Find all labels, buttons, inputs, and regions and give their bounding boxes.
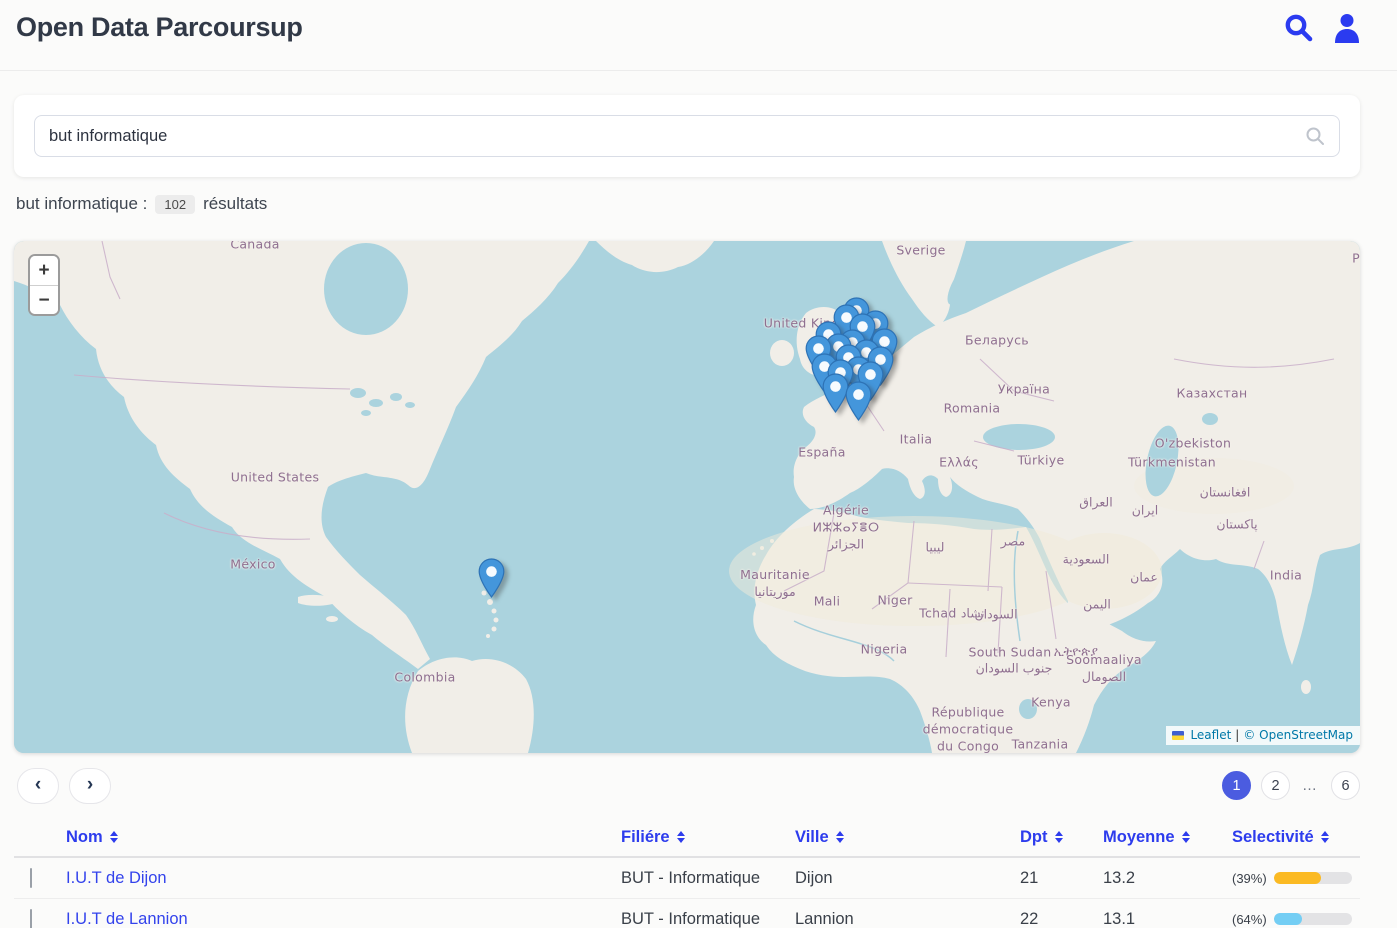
sort-icon: [677, 831, 685, 843]
sort-icon: [1182, 831, 1190, 843]
map-marker[interactable]: [845, 381, 872, 421]
user-icon[interactable]: [1332, 12, 1362, 43]
establishment-link[interactable]: I.U.T de Lannion: [66, 910, 188, 928]
attribution-separator: |: [1235, 728, 1239, 742]
cell-selectivite: (39%): [1232, 871, 1360, 886]
row-checkbox[interactable]: [30, 868, 32, 888]
results-count-badge: 102: [155, 195, 195, 214]
sort-icon: [836, 831, 844, 843]
header-divider: [0, 70, 1397, 71]
prev-page-button[interactable]: ‹: [17, 768, 59, 804]
next-page-button[interactable]: ›: [69, 768, 111, 804]
leaflet-link[interactable]: Leaflet: [1190, 728, 1231, 742]
row-checkbox[interactable]: [30, 909, 32, 928]
sort-icon: [1321, 831, 1329, 843]
sort-icon: [110, 831, 118, 843]
results-suffix: résultats: [203, 194, 267, 214]
selectivity-bar: [1274, 913, 1352, 925]
cell-dpt: 22: [1020, 910, 1103, 928]
map-tiles: [14, 241, 1360, 753]
selectivity-bar-fill: [1274, 913, 1302, 925]
table-row: I.U.T de Lannion BUT - Informatique Lann…: [14, 899, 1360, 928]
column-header-moyenne[interactable]: Moyenne: [1103, 828, 1232, 847]
ukraine-flag-icon: [1172, 731, 1184, 740]
column-header-ville[interactable]: Ville: [795, 828, 1020, 847]
leaflet-map[interactable]: CanadaUnited StatesMéxicoColombiaUnited …: [14, 241, 1360, 753]
cell-ville: Dijon: [795, 869, 1020, 888]
sort-icon: [1055, 831, 1063, 843]
search-card: [14, 95, 1360, 177]
selectivity-bar-fill: [1274, 872, 1322, 884]
column-header-nom[interactable]: Nom: [66, 828, 621, 847]
map-marker[interactable]: [478, 558, 505, 598]
page-button-6[interactable]: 6: [1331, 771, 1360, 800]
page-ellipsis: …: [1300, 777, 1321, 794]
column-header-selectivite[interactable]: Selectivité: [1232, 828, 1360, 847]
openstreetmap-link[interactable]: © OpenStreetMap: [1243, 728, 1353, 742]
zoom-in-button[interactable]: +: [30, 256, 58, 285]
pager-pages: 1 2 … 6: [1222, 771, 1360, 800]
results-query: but informatique :: [16, 194, 147, 214]
cell-ville: Lannion: [795, 910, 1020, 928]
map-attribution: Leaflet | © OpenStreetMap: [1166, 726, 1360, 745]
cell-filiere: BUT - Informatique: [621, 910, 795, 928]
search-input[interactable]: [35, 127, 1305, 146]
column-header-filiere[interactable]: Filiére: [621, 828, 795, 847]
search-icon[interactable]: [1283, 12, 1314, 43]
cell-dpt: 21: [1020, 869, 1103, 888]
establishment-link[interactable]: I.U.T de Dijon: [66, 869, 167, 887]
page-button-2[interactable]: 2: [1261, 771, 1290, 800]
input-search-icon[interactable]: [1305, 126, 1325, 146]
search-box: [34, 115, 1340, 157]
header-icons: [1283, 12, 1362, 43]
results-table: Nom Filiére Ville Dpt Moyenne Selectivit…: [14, 818, 1360, 928]
page-title: Open Data Parcoursup: [16, 12, 303, 43]
table-header-row: Nom Filiére Ville Dpt Moyenne Selectivit…: [14, 818, 1360, 858]
pager-arrows: ‹ ›: [17, 768, 111, 804]
cell-selectivite: (64%): [1232, 912, 1360, 927]
open-data-parcoursup-app: Open Data Parcoursup but informatique : …: [0, 0, 1397, 928]
zoom-out-button[interactable]: −: [30, 285, 58, 314]
cell-moyenne: 13.2: [1103, 869, 1232, 888]
table-row: I.U.T de Dijon BUT - Informatique Dijon …: [14, 858, 1360, 899]
results-summary: but informatique : 102 résultats: [16, 194, 267, 214]
cell-filiere: BUT - Informatique: [621, 869, 795, 888]
page-button-1[interactable]: 1: [1222, 771, 1251, 800]
column-header-dpt[interactable]: Dpt: [1020, 828, 1103, 847]
table-body: I.U.T de Dijon BUT - Informatique Dijon …: [14, 858, 1360, 928]
selectivity-bar: [1274, 872, 1352, 884]
map-zoom-control: + −: [28, 254, 60, 316]
cell-moyenne: 13.1: [1103, 910, 1232, 928]
